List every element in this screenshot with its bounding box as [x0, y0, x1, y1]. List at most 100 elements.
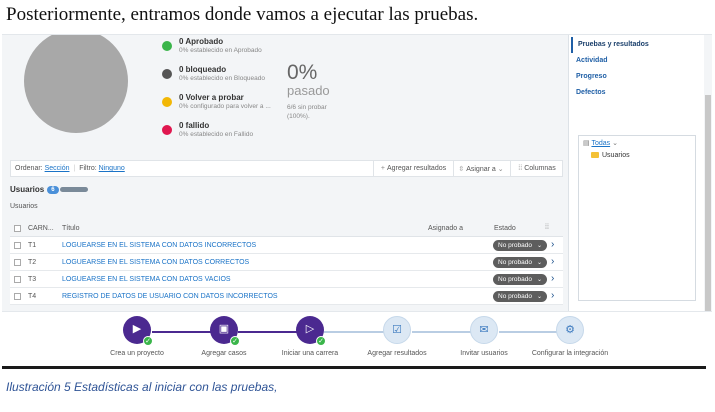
app-screenshot: 0 Aprobado 0% establecido en Aprobado 0 …: [2, 34, 712, 366]
scrollbar[interactable]: [705, 95, 711, 325]
column-header-id[interactable]: CARN...: [28, 225, 54, 232]
test-title-link[interactable]: LOGUEARSE EN EL SISTEMA CON DATOS VACIOS: [62, 276, 231, 283]
columns-label: Columnas: [524, 165, 556, 172]
step-configure-integration[interactable]: ⚙ Configurar la integración: [530, 316, 610, 357]
chevron-right-icon[interactable]: ›: [551, 256, 554, 267]
columns-button[interactable]: ⁞⁞ Columnas: [510, 161, 563, 176]
group-title: Usuarios: [10, 185, 45, 194]
sidebar-item-activity[interactable]: Actividad: [571, 53, 705, 69]
sidebar-item-defects[interactable]: Defectos: [571, 85, 705, 101]
check-icon: ✓: [230, 336, 240, 346]
chevron-right-icon[interactable]: ›: [551, 273, 554, 284]
chevron-down-icon: ⌄: [612, 140, 618, 147]
row-checkbox[interactable]: [14, 242, 21, 249]
passed-dot-icon: [162, 41, 172, 51]
test-title-link[interactable]: LOGUEARSE EN EL SISTEMA CON DATOS INCORR…: [62, 242, 256, 249]
test-title-link[interactable]: LOGUEARSE EN EL SISTEMA CON DATOS CORREC…: [62, 259, 249, 266]
column-header-title[interactable]: Título: [62, 225, 80, 232]
add-cases-icon: ▣: [218, 323, 230, 335]
add-results-button[interactable]: + Agregar resultados: [373, 161, 453, 176]
results-icon: ☑: [392, 324, 402, 336]
tree-filter-link[interactable]: Todas: [591, 140, 610, 147]
columns-icon: ⁞⁞: [518, 165, 523, 172]
legend-sub: 0% establecido en Fallido: [179, 131, 254, 138]
check-icon: ✓: [316, 336, 326, 346]
step-invite-users[interactable]: ✉ Invitar usuarios: [444, 316, 524, 357]
legend-sub: 0% establecido en Bloqueado: [179, 75, 266, 82]
tests-toolbar: Ordenar: Sección | Filtro: Ninguno + Agre…: [10, 160, 563, 177]
column-toggle-icon[interactable]: ⁞⁞: [545, 224, 549, 231]
chevron-right-icon[interactable]: ›: [551, 239, 554, 250]
filter-label: Filtro:: [79, 165, 97, 172]
table-header: CARN... Título Asignado a Estado ⁞⁞: [10, 220, 563, 237]
filter-link[interactable]: Ninguno: [99, 165, 125, 172]
step-circle: ✉: [470, 316, 498, 344]
step-create-project[interactable]: ▶ ✓ Crea un proyecto: [97, 316, 177, 357]
assign-label: Asignar a: [466, 166, 496, 173]
step-start-run[interactable]: ▷ ✓ Iniciar una carrera: [270, 316, 350, 357]
folder-icon: [591, 152, 599, 159]
status-text: No probado: [498, 242, 532, 249]
row-checkbox[interactable]: [14, 293, 21, 300]
test-id: T3: [28, 276, 37, 283]
legend-sub: 0% configurado para volver a ...: [179, 103, 271, 110]
status-badge[interactable]: No probado ⌄: [493, 274, 547, 285]
step-add-results[interactable]: ☑ Agregar resultados: [357, 316, 437, 357]
step-label: Invitar usuarios: [460, 350, 508, 357]
retest-dot-icon: [162, 97, 172, 107]
blocked-dot-icon: [162, 69, 172, 79]
group-header[interactable]: Usuarios 6: [10, 185, 59, 194]
table-row[interactable]: T1 LOGUEARSE EN EL SISTEMA CON DATOS INC…: [10, 237, 563, 254]
table-row[interactable]: T3 LOGUEARSE EN EL SISTEMA CON DATOS VAC…: [10, 271, 563, 288]
row-checkbox[interactable]: [14, 276, 21, 283]
figure-caption: Ilustración 5 Estadísticas al iniciar co…: [6, 380, 278, 394]
failed-dot-icon: [162, 125, 172, 135]
step-label: Iniciar una carrera: [281, 350, 339, 357]
chevron-right-icon[interactable]: ›: [551, 290, 554, 301]
tree-icon: ▤: [583, 140, 590, 147]
sort-filter-group: Ordenar: Sección | Filtro: Ninguno: [15, 165, 125, 172]
table-row[interactable]: T4 REGISTRO DE DATOS DE USUARIO CON DATO…: [10, 288, 563, 305]
order-link[interactable]: Sección: [45, 165, 70, 172]
onboarding-steps: ▶ ✓ Crea un proyecto ▣ ✓ Agregar casos ▷ ✓ …: [2, 311, 712, 366]
add-results-label: Agregar resultados: [386, 165, 447, 172]
tree-filter[interactable]: ▤ Todas ⌄: [583, 139, 618, 147]
step-circle: ☑: [383, 316, 411, 344]
legend-item-failed: 0 fallido 0% establecido en Fallido: [162, 121, 271, 149]
status-badge[interactable]: No probado ⌄: [493, 291, 547, 302]
legend-item-passed: 0 Aprobado 0% establecido en Aprobado: [162, 37, 271, 65]
step-label: Agregar casos: [201, 350, 247, 357]
chevron-down-icon: ⌄: [536, 243, 542, 249]
passed-percent: 0%: [287, 61, 318, 84]
step-circle: ⚙: [556, 316, 584, 344]
step-circle: ▶ ✓: [123, 316, 153, 346]
right-sidebar: Pruebas y resultados Actividad Progreso …: [568, 35, 704, 325]
sidebar-item-progress[interactable]: Progreso: [571, 69, 705, 85]
passed-percent-label: pasado: [287, 83, 330, 98]
column-header-assigned[interactable]: Asignado a: [428, 225, 463, 232]
status-badge[interactable]: No probado ⌄: [493, 240, 547, 251]
tests-table: CARN... Título Asignado a Estado ⁞⁞ T1 L…: [10, 220, 563, 305]
row-checkbox[interactable]: [14, 259, 21, 266]
order-label: Ordenar:: [15, 165, 43, 172]
taskbar-strip: [2, 366, 706, 369]
step-label: Agregar resultados: [367, 350, 427, 357]
chevron-down-icon: ⌄: [536, 260, 542, 266]
check-icon: ✓: [143, 336, 153, 346]
tree-item-usuarios[interactable]: Usuarios: [591, 152, 630, 159]
step-add-cases[interactable]: ▣ ✓ Agregar casos: [184, 316, 264, 357]
status-text: No probado: [498, 259, 532, 266]
group-count-badge: 6: [47, 185, 59, 194]
test-title-link[interactable]: REGISTRO DE DATOS DE USUARIO CON DATOS I…: [62, 293, 278, 300]
status-badge[interactable]: No probado ⌄: [493, 257, 547, 268]
table-row[interactable]: T2 LOGUEARSE EN EL SISTEMA CON DATOS COR…: [10, 254, 563, 271]
tree-item-label: Usuarios: [602, 152, 630, 159]
run-icon: ▷: [305, 323, 315, 335]
step-label: Crea un proyecto: [110, 350, 164, 357]
select-all-checkbox[interactable]: [14, 225, 21, 232]
assign-button[interactable]: ⇳ Asignar a ⌄: [453, 161, 510, 176]
status-text: No probado: [498, 293, 532, 300]
sidebar-item-tests-results[interactable]: Pruebas y resultados: [571, 37, 705, 53]
legend-item-blocked: 0 bloqueado 0% establecido en Bloqueado: [162, 65, 271, 93]
column-header-state[interactable]: Estado: [494, 225, 516, 232]
